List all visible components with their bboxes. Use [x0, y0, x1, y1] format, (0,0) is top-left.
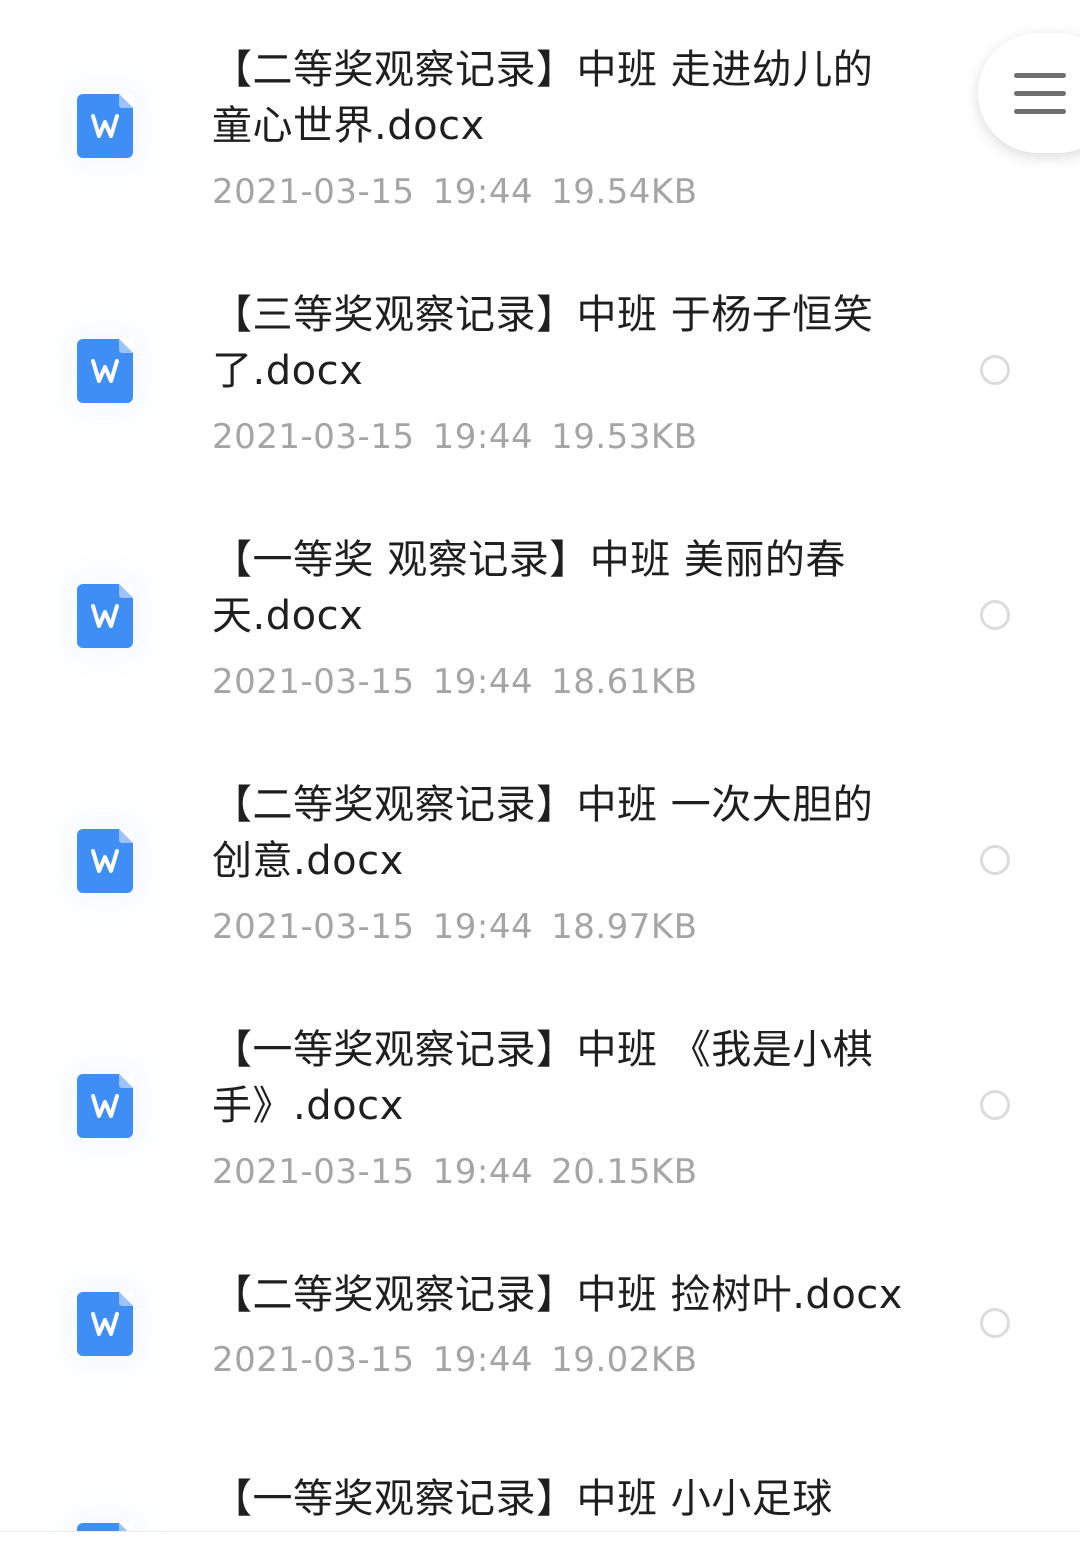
file-name: 【一等奖观察记录】中班 小小足球 — [212, 1476, 833, 1522]
file-size: 19.02KB — [551, 1340, 698, 1380]
file-time: 19:44 — [432, 417, 534, 457]
word-doc-icon — [77, 94, 133, 158]
file-meta: 2021-03-15 19:44 19.02KB — [212, 1340, 716, 1380]
file-date: 2021-03-15 — [212, 172, 415, 212]
file-name: 【三等奖观察记录】中班 于杨子恒笑了.docx — [212, 292, 874, 394]
w-glyph-icon — [91, 849, 119, 873]
word-doc-icon — [77, 829, 133, 893]
list-item[interactable]: 【一等奖 观察记录】中班 美丽的春天.docx 2021-03-15 19:44 1… — [0, 532, 1080, 732]
w-glyph-icon — [91, 1094, 119, 1118]
file-name: 【二等奖观察记录】中班 走进幼儿的童心世界.docx — [212, 47, 874, 149]
list-item[interactable]: 【二等奖观察记录】中班 走进幼儿的童心世界.docx 2021-03-15 19:… — [0, 42, 1080, 242]
w-glyph-icon — [91, 604, 119, 628]
file-date: 2021-03-15 — [212, 1340, 415, 1380]
file-size: 18.97KB — [551, 907, 698, 947]
file-time: 19:44 — [432, 172, 534, 212]
file-meta: 2021-03-15 19:44 19.53KB — [212, 417, 716, 457]
file-time: 19:44 — [432, 1340, 534, 1380]
list-item[interactable]: 【一等奖观察记录】中班 小小足球 — [0, 1471, 1080, 1531]
w-glyph-icon — [91, 114, 119, 138]
file-size: 20.15KB — [551, 1152, 698, 1192]
file-date: 2021-03-15 — [212, 907, 415, 947]
file-name: 【一等奖 观察记录】中班 美丽的春天.docx — [212, 537, 846, 639]
select-radio[interactable] — [980, 845, 1010, 875]
file-name: 【一等奖观察记录】中班 《我是小棋手》.docx — [212, 1027, 874, 1129]
file-meta: 2021-03-15 19:44 19.54KB — [212, 172, 716, 212]
w-glyph-icon — [91, 359, 119, 383]
select-radio[interactable] — [980, 600, 1010, 630]
w-glyph-icon — [91, 1312, 119, 1336]
select-radio[interactable] — [980, 355, 1010, 385]
file-time: 19:44 — [432, 907, 534, 947]
file-date: 2021-03-15 — [212, 662, 415, 702]
word-doc-icon — [77, 1523, 133, 1531]
file-size: 18.61KB — [551, 662, 698, 702]
word-doc-icon — [77, 1074, 133, 1138]
file-meta: 2021-03-15 19:44 18.97KB — [212, 907, 716, 947]
list-item[interactable]: 【二等奖观察记录】中班 捡树叶.docx 2021-03-15 19:44 19.0… — [0, 1267, 1080, 1417]
select-radio[interactable] — [980, 1308, 1010, 1338]
file-meta: 2021-03-15 19:44 20.15KB — [212, 1152, 716, 1192]
select-radio[interactable] — [980, 1090, 1010, 1120]
file-date: 2021-03-15 — [212, 417, 415, 457]
list-item[interactable]: 【二等奖观察记录】中班 一次大胆的创意.docx 2021-03-15 19:44… — [0, 777, 1080, 977]
file-name: 【二等奖观察记录】中班 捡树叶.docx — [212, 1272, 903, 1318]
file-time: 19:44 — [432, 1152, 534, 1192]
list-item[interactable]: 【一等奖观察记录】中班 《我是小棋手》.docx 2021-03-15 19:44… — [0, 1022, 1080, 1222]
word-doc-icon — [77, 1292, 133, 1356]
word-doc-icon — [77, 339, 133, 403]
list-item[interactable]: 【三等奖观察记录】中班 于杨子恒笑了.docx 2021-03-15 19:44 1… — [0, 287, 1080, 487]
file-time: 19:44 — [432, 662, 534, 702]
file-list: 【二等奖观察记录】中班 走进幼儿的童心世界.docx 2021-03-15 19:… — [0, 0, 1080, 1549]
file-meta: 2021-03-15 19:44 18.61KB — [212, 662, 716, 702]
file-size: 19.54KB — [551, 172, 698, 212]
file-date: 2021-03-15 — [212, 1152, 415, 1192]
word-doc-icon — [77, 584, 133, 648]
file-name: 【二等奖观察记录】中班 一次大胆的创意.docx — [212, 782, 874, 884]
file-size: 19.53KB — [551, 417, 698, 457]
bottom-divider — [0, 1531, 1080, 1532]
